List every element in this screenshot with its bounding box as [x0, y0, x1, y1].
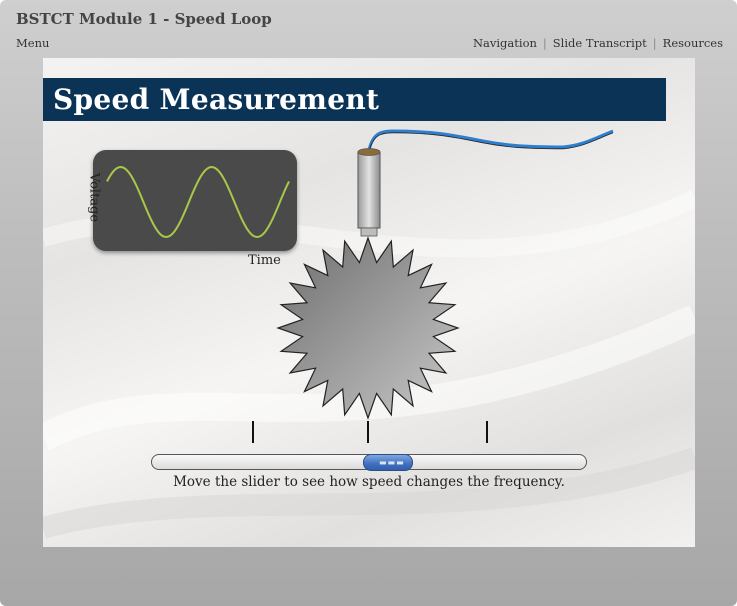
sensor-probe-icon [357, 129, 614, 237]
nav-separator: | [542, 36, 547, 50]
navigation-link[interactable]: Navigation [473, 36, 537, 50]
slider-tick [367, 421, 369, 443]
slider-tick [486, 421, 488, 443]
gear-icon [276, 236, 460, 420]
oscilloscope-display [93, 150, 297, 251]
slide-transcript-link[interactable]: Slide Transcript [553, 36, 647, 50]
title-banner: Speed Measurement [43, 78, 666, 121]
speed-slider-thumb[interactable]: ▬▬▬ [363, 454, 413, 471]
course-title: BSTCT Module 1 - Speed Loop [16, 10, 272, 28]
top-navigation: Navigation | Slide Transcript | Resource… [473, 36, 723, 50]
nav-separator: | [652, 36, 657, 50]
slide-title: Speed Measurement [53, 83, 380, 116]
oscilloscope-y-label: Voltage [86, 172, 102, 223]
speed-slider-track[interactable]: ▬▬▬ [151, 454, 587, 471]
menu-link[interactable]: Menu [16, 36, 49, 50]
slider-instructions: Move the slider to see how speed changes… [173, 474, 565, 490]
slider-grip-icon: ▬▬▬ [379, 458, 405, 467]
slider-tick [252, 421, 254, 443]
course-player: BSTCT Module 1 - Speed Loop Menu Navigat… [0, 0, 737, 606]
waveform-trace [106, 165, 290, 239]
resources-link[interactable]: Resources [663, 36, 723, 50]
slide-canvas: Speed Measurement Voltage Time ▬▬▬ Move … [43, 58, 695, 547]
